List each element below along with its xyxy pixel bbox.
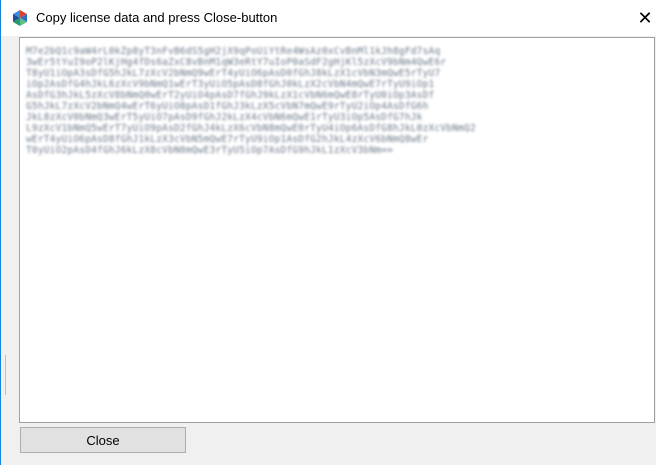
license-text-line: M7e2bQ1c9aW4rL0kZp8yT3nFvB6dS5gH2jX9qPoU… [26,46,441,57]
close-button[interactable]: Close [20,427,186,453]
window-title: Copy license data and press Close-button [36,10,278,25]
license-text-line: T8yU1iOpA3sDfG5hJkL7zXcV2bNmQ9wErT4yUiO6… [26,68,441,79]
license-text-line: G5hJkL7zXcV2bNmQ4wErT6yUiO8pAsD1fGhJ3kLz… [26,101,429,112]
license-text-line: T0yUiO2pAsD4fGhJ6kLzX8cVbN0mQwE3rTyU5iOp… [26,145,394,156]
license-text-line: JkL8zXcV0bNmQ3wErT5yUiO7pAsD9fGhJ2kLzX4c… [26,112,423,123]
close-icon[interactable]: ✕ [634,0,656,36]
license-text-line: 3wEr5tYuI9oP2lKjHg4fDs6aZxC8vBnM1qW3eRtY… [26,57,447,68]
license-data-textarea[interactable]: M7e2bQ1c9aW4rL0kZp8yT3nFvB6dS5gH2jX9qPoU… [19,37,655,423]
license-text-line: AsDfG3hJkL5zXcV8bNmQ0wErT2yUiO4pAsD7fGhJ… [26,90,435,101]
title-bar: Copy license data and press Close-button… [1,0,656,36]
resize-edge [5,355,6,395]
license-data-text[interactable]: M7e2bQ1c9aW4rL0kZp8yT3nFvB6dS5gH2jX9qPoU… [26,46,618,156]
license-text-line: L9zXcV1bNmQ5wErT7yUiO9pAsD2fGhJ4kLzX6cVb… [26,123,476,134]
app-logo-icon [13,10,27,26]
license-dialog: Copy license data and press Close-button… [0,0,656,465]
license-text-line: wErT4yUiO6pAsD8fGhJ1kLzX3cVbN5mQwE7rTyU9… [26,134,429,145]
license-text-line: iOp2AsDfG4hJkL6zXcV9bNmQ1wErT3yUiO5pAsD8… [26,79,435,90]
